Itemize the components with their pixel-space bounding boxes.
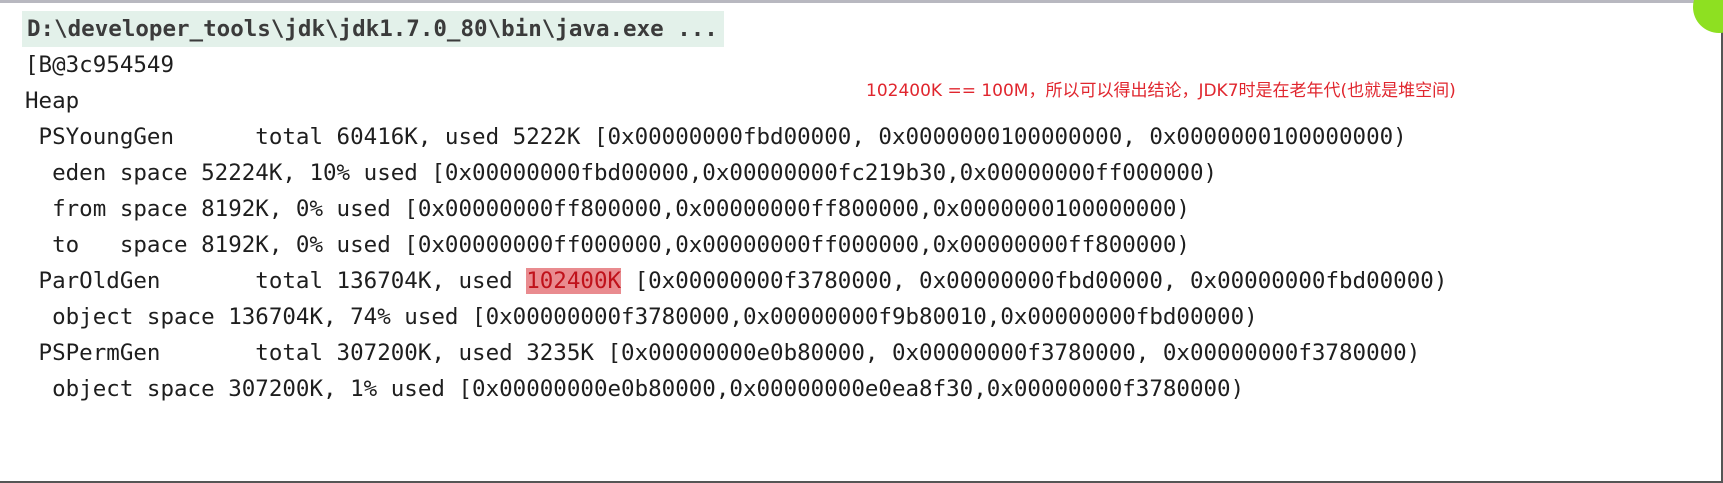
paroldgen-suffix: [0x00000000f3780000, 0x00000000fbd00000,…: [621, 268, 1448, 294]
paroldgen-used-highlight: 102400K: [526, 268, 622, 294]
old-object-space-line: object space 136704K, 74% used [0x000000…: [25, 304, 1258, 330]
eden-space-line: eden space 52224K, 10% used [0x00000000f…: [25, 160, 1218, 186]
from-space-line: from space 8192K, 0% used [0x00000000ff8…: [25, 196, 1190, 222]
annotation-note: 102400K == 100M，所以可以得出结论，JDK7时是在老年代(也就是堆…: [866, 81, 1456, 101]
console-window: D:\developer_tools\jdk\jdk1.7.0_80\bin\j…: [0, 0, 1723, 483]
to-space-line: to space 8192K, 0% used [0x00000000ff000…: [25, 232, 1190, 258]
paroldgen-prefix: ParOldGen total 136704K, used: [25, 268, 527, 294]
pspermgen-line: PSPermGen total 307200K, used 3235K [0x0…: [25, 340, 1421, 366]
command-line[interactable]: D:\developer_tools\jdk\jdk1.7.0_80\bin\j…: [22, 11, 724, 47]
cursor-indicator: [1693, 0, 1723, 33]
heap-header-line: Heap: [25, 88, 80, 114]
paroldgen-line: ParOldGen total 136704K, used 102400K [0…: [25, 263, 1447, 299]
array-reference-line: [B@3c954549: [25, 52, 175, 78]
perm-object-space-line: object space 307200K, 1% used [0x0000000…: [25, 376, 1245, 402]
psyounggen-line: PSYoungGen total 60416K, used 5222K [0x0…: [25, 124, 1407, 150]
